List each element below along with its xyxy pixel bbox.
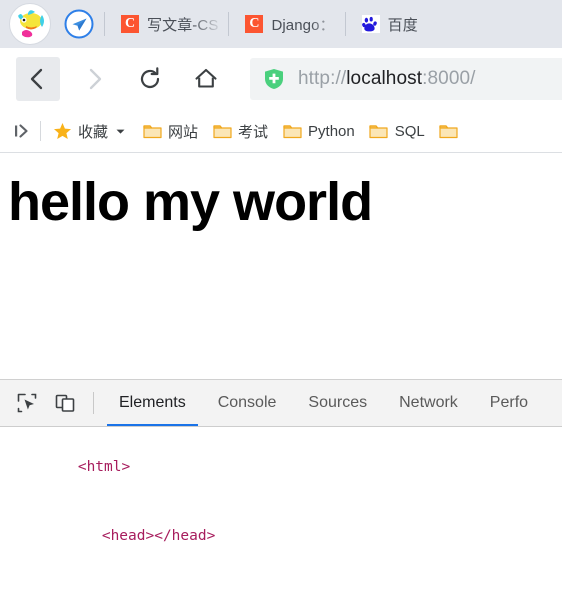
browser-tab-2[interactable]: 百度	[348, 2, 426, 46]
tab-network[interactable]: Network	[383, 380, 474, 426]
folder-icon	[282, 122, 302, 140]
bookmark-divider	[40, 121, 41, 141]
paper-plane-icon	[64, 9, 94, 39]
star-icon	[52, 122, 72, 140]
device-toolbar-icon[interactable]	[46, 380, 84, 426]
tab-console[interactable]: Console	[202, 380, 293, 426]
bookmark-label: 考试	[238, 123, 269, 141]
send-plane-button[interactable]	[56, 2, 102, 46]
tab-title: 写文章-CS	[147, 16, 219, 34]
inspect-element-icon[interactable]	[8, 380, 46, 426]
url-text: http://localhost:8000/	[298, 68, 476, 90]
fish-avatar-icon	[18, 10, 44, 38]
bookmark-item-2[interactable]: 考试	[205, 116, 275, 146]
bookmark-label: 网站	[168, 123, 199, 141]
tab-label: Network	[399, 394, 458, 411]
bookmark-item-favorites[interactable]: 收藏	[45, 116, 135, 146]
tab-label: Elements	[119, 394, 186, 411]
devtools-tab-list: Elements Console Sources Network Perfo	[103, 380, 562, 426]
devtools-divider	[93, 392, 94, 414]
dom-line-html-open[interactable]: <html>	[0, 433, 562, 502]
tab-divider	[344, 12, 346, 36]
back-arrow-icon	[30, 68, 43, 90]
navigation-toolbar: http://localhost:8000/	[0, 48, 562, 110]
folder-icon	[142, 122, 162, 140]
folder-icon	[439, 122, 459, 140]
reload-button[interactable]	[128, 57, 172, 101]
reload-icon	[140, 67, 160, 88]
forward-button[interactable]	[72, 57, 116, 101]
folder-icon	[212, 122, 232, 140]
tab-label: Perfo	[489, 394, 529, 411]
folder-icon	[369, 122, 389, 140]
csdn-c-icon: C	[121, 15, 139, 33]
bookmark-item-1[interactable]: 网站	[135, 116, 205, 146]
home-icon	[195, 68, 217, 88]
address-bar[interactable]: http://localhost:8000/	[250, 58, 562, 100]
browser-tab-0[interactable]: C 写文章-CS	[107, 2, 226, 46]
tab-title: 百度	[387, 16, 418, 34]
avatar	[9, 3, 51, 45]
browser-window: C 写文章-CS C Django： 百度 http://localhost:8…	[0, 0, 562, 595]
tab-label: Console	[217, 394, 277, 411]
back-button[interactable]	[16, 57, 60, 101]
apps-list-icon[interactable]	[8, 117, 38, 145]
tab-performance[interactable]: Perfo	[474, 380, 544, 426]
dom-tree: <html> <head></head> ▼<body> <h1> hello …	[0, 427, 562, 595]
dom-tag: <head></head>	[101, 528, 216, 544]
bookmarks-bar: 收藏 网站 考试 Python SQL	[0, 110, 562, 153]
profile-avatar-button[interactable]	[8, 2, 52, 46]
bookmark-item-3[interactable]: Python	[275, 116, 362, 146]
tab-divider	[104, 12, 105, 36]
baidu-paw-glyph	[361, 15, 380, 33]
devtools-toolbar: Elements Console Sources Network Perfo	[0, 380, 562, 427]
tab-sources[interactable]: Sources	[292, 380, 383, 426]
tab-elements[interactable]: Elements	[103, 380, 202, 426]
devtools-panel: Elements Console Sources Network Perfo <…	[0, 380, 562, 595]
tab-divider	[228, 12, 230, 36]
favicon-letter: C	[121, 15, 139, 33]
dom-tag: <html>	[77, 459, 131, 475]
bookmark-item-4[interactable]: SQL	[362, 116, 432, 146]
bookmark-item-5[interactable]	[432, 116, 472, 146]
chevron-down-icon[interactable]	[112, 123, 128, 139]
tab-title: Django：	[271, 16, 335, 34]
page-heading: hello my world	[8, 172, 373, 232]
browser-tab-1[interactable]: C Django：	[231, 2, 342, 46]
home-button[interactable]	[184, 57, 228, 101]
green-shield-icon[interactable]	[264, 68, 284, 90]
dom-line-body-open[interactable]: ▼<body>	[0, 571, 562, 595]
forward-arrow-icon	[89, 68, 102, 90]
favicon-letter: C	[245, 15, 264, 33]
baidu-paw-icon	[361, 15, 380, 33]
url-scheme: http://	[298, 68, 347, 89]
dom-line-head[interactable]: <head></head>	[0, 502, 562, 571]
url-path: :8000/	[422, 68, 476, 89]
bookmark-label: Python	[308, 122, 355, 140]
tab-label: Sources	[308, 394, 368, 411]
tab-strip: C 写文章-CS C Django： 百度	[0, 0, 562, 48]
page-viewport: hello my world	[0, 153, 562, 380]
bookmark-label: 收藏	[78, 123, 109, 141]
url-host: localhost	[346, 68, 423, 89]
csdn-c-icon: C	[245, 15, 264, 33]
bookmark-label: SQL	[394, 122, 425, 140]
